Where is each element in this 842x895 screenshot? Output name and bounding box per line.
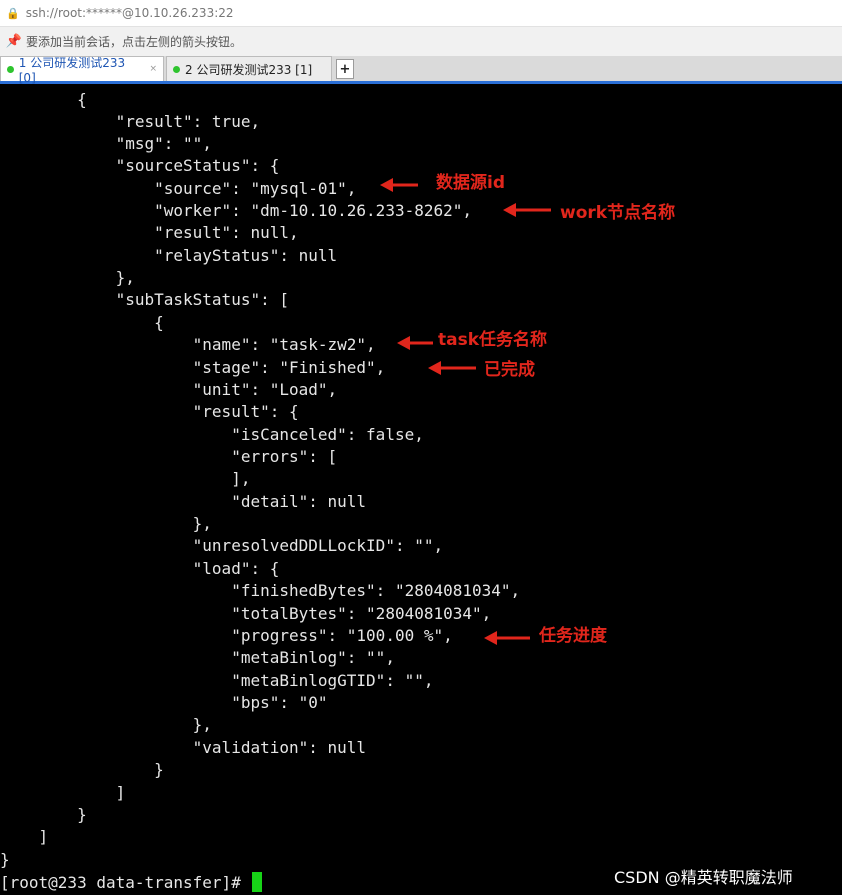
terminal-line: {	[0, 313, 164, 332]
connected-status-icon	[173, 65, 180, 73]
terminal-line: "errors": [	[0, 447, 338, 466]
terminal-line: "totalBytes": "2804081034",	[0, 604, 492, 623]
session-hint-text: 要添加当前会话，点击左侧的箭头按钮。	[26, 35, 243, 49]
terminal-line: "worker": "dm-10.10.26.233-8262",	[0, 201, 473, 220]
terminal-line: "validation": null	[0, 738, 367, 757]
terminal-line: ]	[0, 827, 49, 846]
close-tab-icon[interactable]: ×	[149, 64, 157, 74]
terminal-line: ]	[0, 783, 126, 802]
terminal-line: "result": true,	[0, 112, 261, 131]
session-tab-label: 1 公司研发测试233 [0]	[18, 55, 126, 85]
terminal-cursor	[252, 872, 263, 892]
terminal-output[interactable]: { "result": true, "msg": "", "sourceStat…	[0, 87, 842, 895]
annotation-stage: 已完成	[484, 360, 535, 380]
terminal-line: }	[0, 760, 164, 779]
session-tab-2[interactable]: 2 公司研发测试233 [1]	[166, 56, 332, 81]
annotation-task-name: task任务名称	[438, 330, 548, 350]
terminal-line: "relayStatus": null	[0, 246, 338, 265]
terminal-line: "load": {	[0, 559, 280, 578]
terminal-line: "bps": "0"	[0, 693, 328, 712]
terminal-line: "result": null,	[0, 223, 299, 242]
terminal-line: {	[0, 90, 87, 109]
terminal-line: "msg": "",	[0, 134, 212, 153]
annotation-source: 数据源id	[436, 173, 505, 193]
watermark: CSDN @精英转职魔法师	[614, 868, 793, 887]
terminal-line: "result": {	[0, 402, 299, 421]
ssh-address: ssh://root:******@10.10.26.233:22	[25, 6, 234, 20]
left-arrow-icon	[397, 336, 433, 350]
shell-prompt: [root@233 data-transfer]#	[0, 873, 251, 892]
left-arrow-icon	[484, 631, 530, 645]
terminal-line: "detail": null	[0, 492, 367, 511]
left-arrow-icon	[503, 203, 551, 217]
left-arrow-icon	[380, 178, 418, 192]
session-tab-label: 2 公司研发测试233 [1]	[185, 62, 313, 77]
lock-icon: 🔒	[6, 6, 20, 20]
terminal-line: }	[0, 805, 87, 824]
terminal-line: "unit": "Load",	[0, 380, 338, 399]
terminal-line: },	[0, 268, 135, 287]
terminal-line: "stage": "Finished",	[0, 358, 386, 377]
terminal-line: "metaBinlogGTID": "",	[0, 671, 434, 690]
new-tab-button[interactable]: +	[336, 59, 354, 79]
terminal-line: "subTaskStatus": [	[0, 290, 289, 309]
terminal-line: },	[0, 514, 212, 533]
terminal-line: "isCanceled": false,	[0, 425, 424, 444]
terminal-line: "sourceStatus": {	[0, 156, 280, 175]
terminal-line: "progress": "100.00 %",	[0, 626, 453, 645]
terminal-line: "unresolvedDDLLockID": "",	[0, 536, 444, 555]
terminal-line: }	[0, 850, 10, 869]
terminal-line: ],	[0, 469, 251, 488]
terminal-line: },	[0, 715, 212, 734]
annotation-progress: 任务进度	[539, 626, 607, 646]
add-session-arrow-icon[interactable]: 📌	[6, 34, 22, 50]
terminal-line: "source": "mysql-01",	[0, 179, 357, 198]
left-arrow-icon	[428, 361, 476, 375]
shell-prompt-line[interactable]: [root@233 data-transfer]#	[0, 872, 263, 894]
session-hint-bar: 📌 要添加当前会话，点击左侧的箭头按钮。	[0, 27, 842, 56]
annotation-worker: work节点名称	[560, 203, 676, 223]
connected-status-icon	[7, 65, 14, 73]
terminal-line: "name": "task-zw2",	[0, 335, 376, 354]
address-bar: 🔒 ssh://root:******@10.10.26.233:22	[0, 0, 842, 27]
session-tab-1[interactable]: 1 公司研发测试233 [0] ×	[0, 56, 164, 85]
terminal-line: "metaBinlog": "",	[0, 648, 395, 667]
terminal-line: "finishedBytes": "2804081034",	[0, 581, 521, 600]
session-tab-bar: 1 公司研发测试233 [0] × 2 公司研发测试233 [1] +	[0, 56, 842, 85]
